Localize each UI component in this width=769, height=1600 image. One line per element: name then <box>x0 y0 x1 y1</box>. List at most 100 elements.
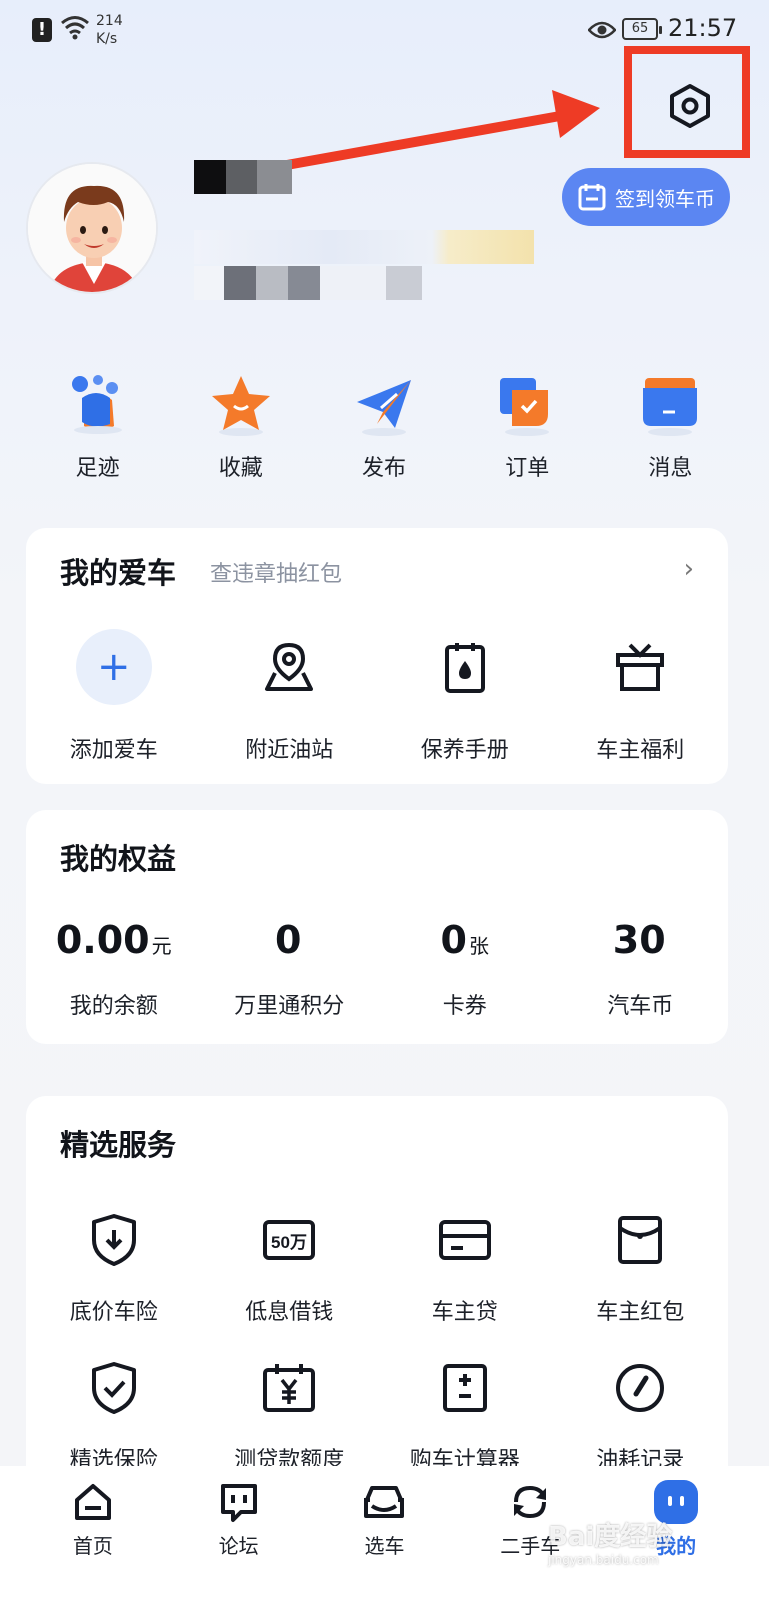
service-car-calculator[interactable]: 购车计算器 <box>377 1360 553 1474</box>
refresh-icon <box>514 1485 547 1519</box>
calculator-icon <box>426 1360 504 1416</box>
services-card: 精选服务 底价车险 50万 低息借钱 车主贷 车主红包 精选保险 测贷款额度 购… <box>26 1096 728 1496</box>
user-level-redacted <box>194 230 534 264</box>
car-icon <box>364 1486 405 1518</box>
grid-label: 车主红包 <box>596 1300 685 1325</box>
owner-benefits-button[interactable]: 车主福利 <box>553 628 729 764</box>
avatar[interactable] <box>26 162 158 294</box>
badge-text: 50万 <box>271 1233 307 1252</box>
checkin-label: 签到领车币 <box>615 186 715 211</box>
grid-label: 保养手册 <box>420 738 509 763</box>
status-time: 21:57 <box>668 14 738 42</box>
username-redacted <box>194 160 300 194</box>
stat-label: 我的余额 <box>69 994 158 1019</box>
my-car-card: 我的爱车 查违章抽红包 › + 添加爱车 附近油站 保养手册 车主福利 <box>26 528 728 784</box>
grid-label: 底价车险 <box>69 1300 158 1325</box>
map-pin-icon <box>250 628 328 706</box>
services-row-1: 底价车险 50万 低息借钱 车主贷 车主红包 <box>26 1212 728 1326</box>
manual-icon <box>426 628 504 706</box>
nav-forum[interactable]: 论坛 <box>166 1466 312 1600</box>
gauge-icon <box>601 1360 679 1416</box>
quick-label: 发布 <box>362 456 407 481</box>
nearby-gas-button[interactable]: 附近油站 <box>202 628 378 764</box>
my-car-title: 我的爱车 <box>60 556 177 590</box>
nav-home[interactable]: 首页 <box>20 1466 166 1600</box>
stat-points[interactable]: 0 万里通积分 <box>202 918 378 1020</box>
annotation-highlight-box <box>624 46 750 158</box>
stat-unit: 元 <box>151 934 172 958</box>
paper-plane-icon <box>349 372 419 438</box>
quick-label: 足迹 <box>75 456 120 481</box>
quick-label: 收藏 <box>218 456 263 481</box>
card-icon <box>426 1212 504 1268</box>
fifty-wan-icon: 50万 <box>250 1212 328 1268</box>
my-rights-card: 我的权益 0.00 元 我的余额 0 万里通积分 0张 卡券 30 汽车币 <box>26 810 728 1044</box>
stat-label: 万里通积分 <box>234 994 345 1019</box>
alert-icon: ! <box>32 18 52 42</box>
wifi-icon <box>61 16 89 40</box>
watermark-sub: jingyan.baidu.com <box>548 1553 659 1567</box>
user-info-redacted <box>194 266 444 300</box>
message-icon <box>635 372 705 438</box>
quick-messages[interactable]: 消息 <box>599 372 742 492</box>
grid-label: 低息借钱 <box>245 1300 334 1325</box>
quick-label: 订单 <box>505 456 550 481</box>
stat-value: 0.00 <box>55 918 150 962</box>
calendar-yen-icon <box>250 1360 328 1416</box>
footprint-icon <box>63 372 133 438</box>
red-envelope-icon <box>601 1212 679 1268</box>
nav-label: 论坛 <box>218 1534 259 1558</box>
stat-coupons[interactable]: 0张 卡券 <box>377 918 553 1020</box>
avatar-illustration <box>28 164 156 292</box>
services-row-2: 精选保险 测贷款额度 购车计算器 油耗记录 <box>26 1360 728 1474</box>
service-low-interest[interactable]: 50万 低息借钱 <box>202 1212 378 1326</box>
checkin-button[interactable]: 签到领车币 <box>562 168 730 226</box>
eye-icon <box>588 21 616 39</box>
chevron-right-icon[interactable]: › <box>684 554 694 584</box>
stat-value: 0 <box>275 918 302 962</box>
shield-check-icon <box>75 1360 153 1416</box>
stat-label: 卡券 <box>442 994 487 1019</box>
stat-value: 30 <box>612 918 666 962</box>
quick-actions: 足迹 收藏 发布 订单 消息 <box>26 372 742 492</box>
service-owner-loan[interactable]: 车主贷 <box>377 1212 553 1326</box>
nav-label: 首页 <box>72 1534 113 1558</box>
grid-label: 附近油站 <box>245 738 334 763</box>
network-speed: 214 K/s <box>96 13 123 47</box>
home-icon <box>74 1484 111 1520</box>
stat-balance[interactable]: 0.00 元 我的余额 <box>26 918 202 1020</box>
rights-title: 我的权益 <box>60 842 177 876</box>
add-car-button[interactable]: + 添加爱车 <box>26 628 202 764</box>
plus-icon: + <box>75 629 152 705</box>
quick-publish[interactable]: 发布 <box>312 372 455 492</box>
service-cheap-insurance[interactable]: 底价车险 <box>26 1212 202 1326</box>
my-car-subtitle[interactable]: 查违章抽红包 <box>210 556 342 588</box>
grid-label: 车主贷 <box>431 1300 498 1325</box>
order-icon <box>492 372 562 438</box>
stat-value: 0 <box>440 918 467 962</box>
service-red-envelope[interactable]: 车主红包 <box>553 1212 729 1326</box>
nav-label: 选车 <box>364 1534 405 1558</box>
grid-label: 车主福利 <box>596 738 685 763</box>
maintenance-manual-button[interactable]: 保养手册 <box>377 628 553 764</box>
stat-label: 汽车币 <box>607 994 674 1019</box>
shield-download-icon <box>75 1212 153 1268</box>
watermark-logo: Bai度经验 jingyan.baidu.com <box>548 1516 672 1567</box>
quick-favorites[interactable]: 收藏 <box>169 372 312 492</box>
stat-unit: 张 <box>468 934 489 958</box>
rights-stats: 0.00 元 我的余额 0 万里通积分 0张 卡券 30 汽车币 <box>26 918 728 1020</box>
service-fuel-record[interactable]: 油耗记录 <box>553 1360 729 1474</box>
services-title: 精选服务 <box>60 1128 177 1162</box>
calendar-icon <box>578 184 606 211</box>
gift-icon <box>601 628 679 706</box>
service-loan-quota[interactable]: 测贷款额度 <box>202 1360 378 1474</box>
quick-orders[interactable]: 订单 <box>456 372 599 492</box>
service-selected-insurance[interactable]: 精选保险 <box>26 1360 202 1474</box>
nav-choose-car[interactable]: 选车 <box>312 1466 458 1600</box>
stat-car-coins[interactable]: 30 汽车币 <box>553 918 729 1020</box>
quick-label: 消息 <box>648 456 693 481</box>
grid-label: 添加爱车 <box>69 738 158 763</box>
star-icon <box>206 372 276 438</box>
quick-footprint[interactable]: 足迹 <box>26 372 169 492</box>
watermark-text: Bai度经验 <box>548 1522 673 1552</box>
